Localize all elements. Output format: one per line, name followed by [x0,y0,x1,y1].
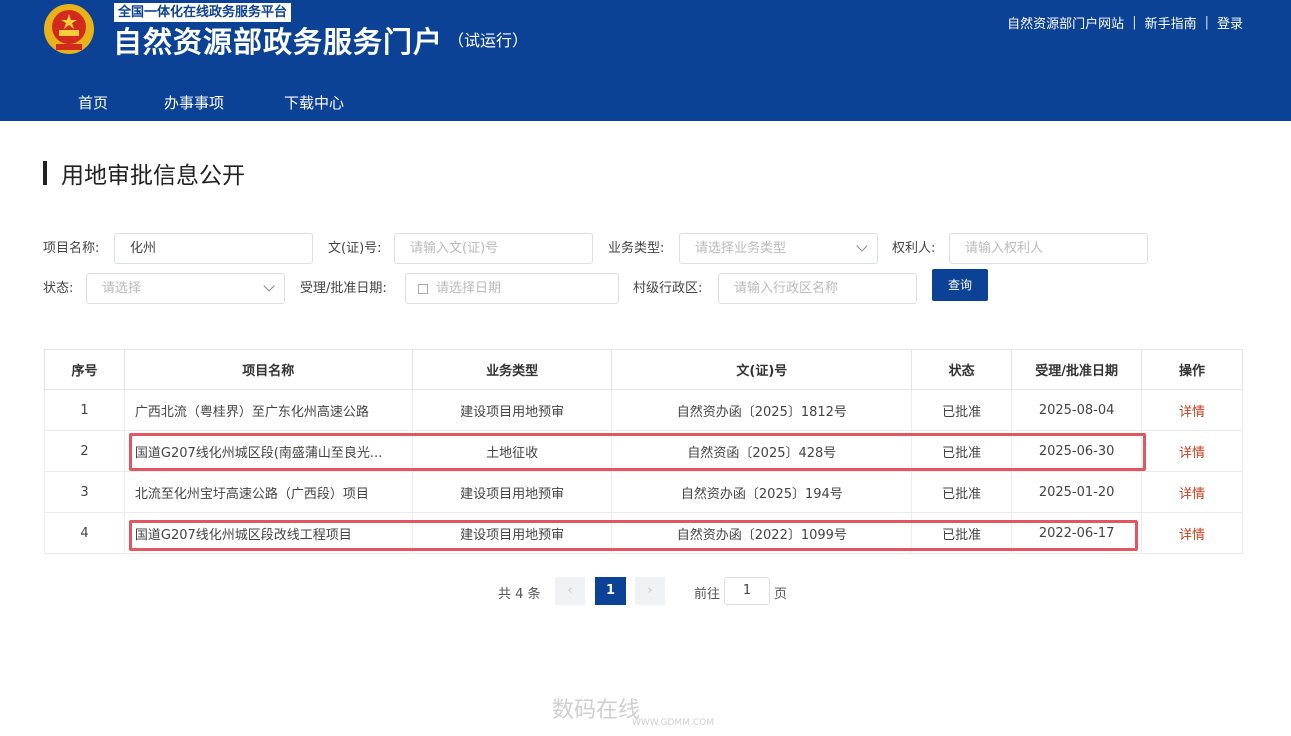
title-bar [43,161,47,185]
project-name-input[interactable]: 化州 [114,233,313,264]
biz-type-label: 业务类型: [608,241,665,256]
col-header-status: 状态 [911,349,1013,390]
cell-project: 广西北流（粤桂界）至广东化州高速公路 [123,389,413,431]
cell-index: 2 [44,430,125,472]
prev-page-button[interactable]: ‹ [555,577,585,605]
cell-status: 已批准 [911,471,1013,513]
biz-type-select[interactable]: 请选择业务类型 [679,233,878,264]
col-header-action: 操作 [1141,349,1243,390]
village-input[interactable]: 请输入行政区名称 [718,273,917,304]
cell-biz-type: 建设项目用地预审 [411,471,613,513]
pagination: 共 4 条 ‹ 1 › 前往 1 页 [0,577,1291,605]
chevron-down-icon [856,240,868,252]
cell-index: 1 [44,389,125,431]
site-header: 全国一体化在线政务服务平台 自然资源部政务服务门户 （试运行） 自然资源部门户网… [0,0,1291,121]
link-login[interactable]: 登录 [1217,13,1243,32]
goto-page-input[interactable]: 1 [724,577,770,605]
owner-input[interactable]: 请输入权利人 [949,233,1148,264]
highlight-box-row-4 [129,520,1138,551]
cell-project: 北流至化州宝圩高速公路（广西段）项目 [123,471,413,513]
nav-home[interactable]: 首页 [78,88,108,118]
nav-downloads[interactable]: 下载中心 [284,88,344,118]
col-header-biz-type: 业务类型 [411,349,613,390]
page-word: 页 [774,587,788,602]
doc-no-label: 文(证)号: [328,241,382,256]
highlight-box-row-2 [129,433,1146,471]
cell-index: 3 [44,471,125,513]
divider: | [1204,15,1209,30]
cell-status: 已批准 [911,389,1013,431]
page-title-text: 用地审批信息公开 [61,163,245,189]
detail-link[interactable]: 详情 [1141,512,1243,554]
detail-link[interactable]: 详情 [1141,389,1243,431]
status-placeholder: 请选择 [102,281,142,296]
cell-index: 4 [44,512,125,554]
page-1-button[interactable]: 1 [595,577,626,605]
divider: | [1132,15,1137,30]
detail-link[interactable]: 详情 [1141,430,1243,472]
project-name-label: 项目名称: [43,241,100,256]
next-page-button[interactable]: › [635,577,665,605]
chevron-down-icon [263,280,275,292]
col-header-doc-no: 文(证)号 [611,349,913,390]
biz-type-placeholder: 请选择业务类型 [695,241,787,256]
col-header-date: 受理/批准日期 [1011,349,1143,390]
table-row: 3 北流至化州宝圩高速公路（广西段）项目 建设项目用地预审 自然资办函〔2025… [44,471,1243,513]
site-subtitle: （试运行） [448,31,529,50]
cell-date: 2025-08-04 [1011,389,1143,431]
nav-services[interactable]: 办事事项 [164,88,224,118]
platform-tag: 全国一体化在线政务服务平台 [114,3,292,22]
col-header-index: 序号 [44,349,125,390]
date-picker[interactable]: 请选择日期 [405,273,619,304]
page-title: 用地审批信息公开 [43,156,245,190]
detail-link[interactable]: 详情 [1141,471,1243,513]
village-label: 村级行政区: [633,281,703,296]
date-label: 受理/批准日期: [300,281,387,296]
watermark-url: WWW.GDMM.COM [632,718,714,728]
calendar-icon [418,284,428,294]
watermark-logo: 数码在线 WWW.GDMM.COM [552,692,714,728]
status-select[interactable]: 请选择 [86,273,285,304]
date-placeholder: 请选择日期 [436,281,502,296]
cell-biz-type: 建设项目用地预审 [411,389,613,431]
cell-doc-no: 自然资办函〔2025〕1812号 [611,389,913,431]
link-guide[interactable]: 新手指南 [1145,13,1197,32]
query-button[interactable]: 查询 [932,269,988,301]
table-header-row: 序号 项目名称 业务类型 文(证)号 状态 受理/批准日期 操作 [44,349,1243,390]
watermark-text: 数码在线 [552,698,641,723]
site-title[interactable]: 自然资源部政务服务门户 [113,24,443,60]
status-label: 状态: [43,281,74,296]
national-emblem-icon [44,4,94,54]
col-header-project: 项目名称 [123,349,413,390]
link-ministry-site[interactable]: 自然资源部门户网站 [1007,13,1124,32]
pager-total: 共 4 条 [498,587,541,602]
top-links: 自然资源部门户网站 | 新手指南 | 登录 [1007,13,1243,32]
table-row: 1 广西北流（粤桂界）至广东化州高速公路 建设项目用地预审 自然资办函〔2025… [44,389,1243,431]
doc-no-input[interactable]: 请输入文(证)号 [394,233,593,264]
owner-label: 权利人: [892,241,936,256]
cell-doc-no: 自然资办函〔2025〕194号 [611,471,913,513]
goto-label: 前往 [694,587,721,602]
cell-date: 2025-01-20 [1011,471,1143,513]
